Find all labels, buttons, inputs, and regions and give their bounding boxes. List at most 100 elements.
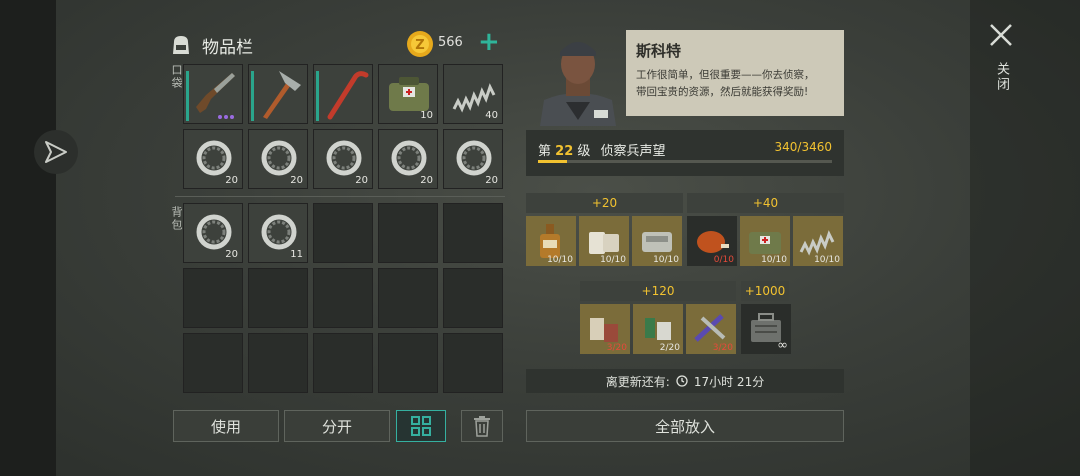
backpack-icon [173,36,189,54]
item-count: 20 [225,175,238,186]
backpack-slot-empty[interactable] [443,268,503,328]
inventory-header: 物品栏 [168,30,253,60]
reward-count: 10/10 [653,255,679,265]
reward-slot-tools[interactable]: 3/20 [686,304,736,354]
reward-slot-chemicals[interactable]: 2/20 [633,304,683,354]
backpack-slot-empty[interactable] [183,333,243,393]
npc-name: 斯科特 [636,42,682,60]
reward-count: 10/10 [600,255,626,265]
refresh-timer-label: 离更新还有: [605,374,670,389]
close-icon[interactable] [988,22,1014,48]
reward-slot-medkit-bag[interactable]: 10/10 [740,216,790,266]
reward-count: 3/20 [712,343,733,353]
reward-slot-cloth[interactable]: 10/10 [632,216,682,266]
npc-dialog-line-2: 带回宝贵的资源，然后就能获得奖励! [636,86,809,98]
backpack-slot-empty[interactable] [313,268,373,328]
reward-slot-bottle[interactable]: 10/10 [526,216,576,266]
npc-dialog-bubble: 斯科特 工作很简单，但很重要——你去侦察， 带回宝贵的资源，然后就能获得奖励! [626,30,844,116]
split-button[interactable]: 分开 [284,410,390,442]
reward-group-4-bonus: +1000 [741,281,789,301]
item-count: 20 [355,175,368,186]
backpack-slot-empty[interactable] [248,333,308,393]
backpack-slot-empty[interactable] [313,333,373,393]
backpack-slot-bearing[interactable]: 20 [183,203,243,263]
shotgun-icon [196,73,235,113]
inventory-title: 物品栏 [202,37,253,58]
send-arrow-button[interactable] [34,130,78,174]
item-count: 10 [420,110,433,121]
item-count: 20 [225,249,238,260]
coin-icon: Z [407,31,433,57]
npc-portrait [540,42,616,126]
reputation-progress-bar [538,160,832,163]
npc-dialog-line-1: 工作很简单，但很重要——你去侦察， [636,69,815,81]
inventory-slot-spring[interactable]: 40 [443,64,503,124]
backpack-slot-empty[interactable] [313,203,373,263]
reward-slot-supplies[interactable]: 3/20 [580,304,630,354]
rarity-dots [218,115,234,119]
backpack-slot-empty[interactable] [443,203,503,263]
inventory-slot-bearing[interactable]: 20 [183,129,243,189]
reward-count: 0/10 [713,255,734,265]
send-arrow-icon [45,141,67,163]
grid-icon [411,416,431,436]
right-panel-strip [970,0,1080,476]
item-count: 20 [485,175,498,186]
backpack-slot-empty[interactable] [378,333,438,393]
reputation-progress-fill [538,160,567,163]
hatchet-icon [263,71,301,119]
npc-dialog-text: 工作很简单，但很重要——你去侦察， 带回宝贵的资源，然后就能获得奖励! [636,67,834,101]
reward-count: 10/10 [547,255,573,265]
add-coins-button[interactable]: + [478,29,500,56]
inventory-slot-crowbar[interactable] [313,64,373,124]
level-number: 22 [555,144,574,159]
refresh-timer-value: 17小时 21分 [693,374,765,389]
item-count: 20 [420,175,433,186]
close-label[interactable]: 关闭 [992,62,1011,92]
reward-slot-roast-chicken[interactable]: 0/10 [687,216,737,266]
delete-button[interactable] [461,410,503,442]
inventory-slot-shotgun[interactable] [183,64,243,124]
sort-grid-button[interactable] [396,410,446,442]
backpack-slot-empty[interactable] [378,268,438,328]
use-button[interactable]: 使用 [173,410,279,442]
section-divider [175,196,505,197]
backpack-slot-empty[interactable] [443,333,503,393]
inventory-slot-bearing[interactable]: 20 [443,129,503,189]
backpack-slot-empty[interactable] [378,203,438,263]
coin-count: 566 [438,35,463,50]
svg-text:Z: Z [415,38,424,53]
backpack-slot-bearing[interactable]: 11 [248,203,308,263]
inventory-slot-bearing[interactable]: 20 [248,129,308,189]
backpack-slot-empty[interactable] [183,268,243,328]
pocket-label: 口袋 [170,64,183,90]
left-edge-strip [0,0,56,476]
inventory-slot-bearing[interactable]: 20 [378,129,438,189]
level-label: 第 22 级 侦察兵声望 [538,140,666,159]
reward-group-3-bonus: +120 [580,281,736,301]
inventory-slot-hatchet[interactable] [248,64,308,124]
reward-count: 2/20 [659,343,680,353]
backpack-label: 背包 [170,206,183,232]
reputation-progress-text: 340/3460 [774,140,833,154]
backpack-slot-empty[interactable] [248,268,308,328]
reward-slot-bandage[interactable]: 10/10 [579,216,629,266]
reward-count: ∞ [777,338,788,353]
reward-group-2-bonus: +40 [687,193,844,213]
reward-slot-toolbox[interactable]: ∞ [741,304,791,354]
inventory-slot-bearing[interactable]: 20 [313,129,373,189]
reward-count: 10/10 [761,255,787,265]
reward-count: 3/20 [606,343,627,353]
clock-icon [676,375,688,387]
crowbar-icon [327,71,369,120]
item-count: 11 [290,249,303,260]
item-count: 40 [485,110,498,121]
put-all-button[interactable]: 全部放入 [526,410,844,442]
reputation-level-box: 第 22 级 侦察兵声望 340/3460 [526,130,844,176]
reward-count: 10/10 [814,255,840,265]
inventory-slot-medkit-bag[interactable]: 10 [378,64,438,124]
item-count: 20 [290,175,303,186]
reward-group-1-bonus: +20 [526,193,683,213]
reputation-title: 侦察兵声望 [600,144,666,159]
reward-slot-spring[interactable]: 10/10 [793,216,843,266]
